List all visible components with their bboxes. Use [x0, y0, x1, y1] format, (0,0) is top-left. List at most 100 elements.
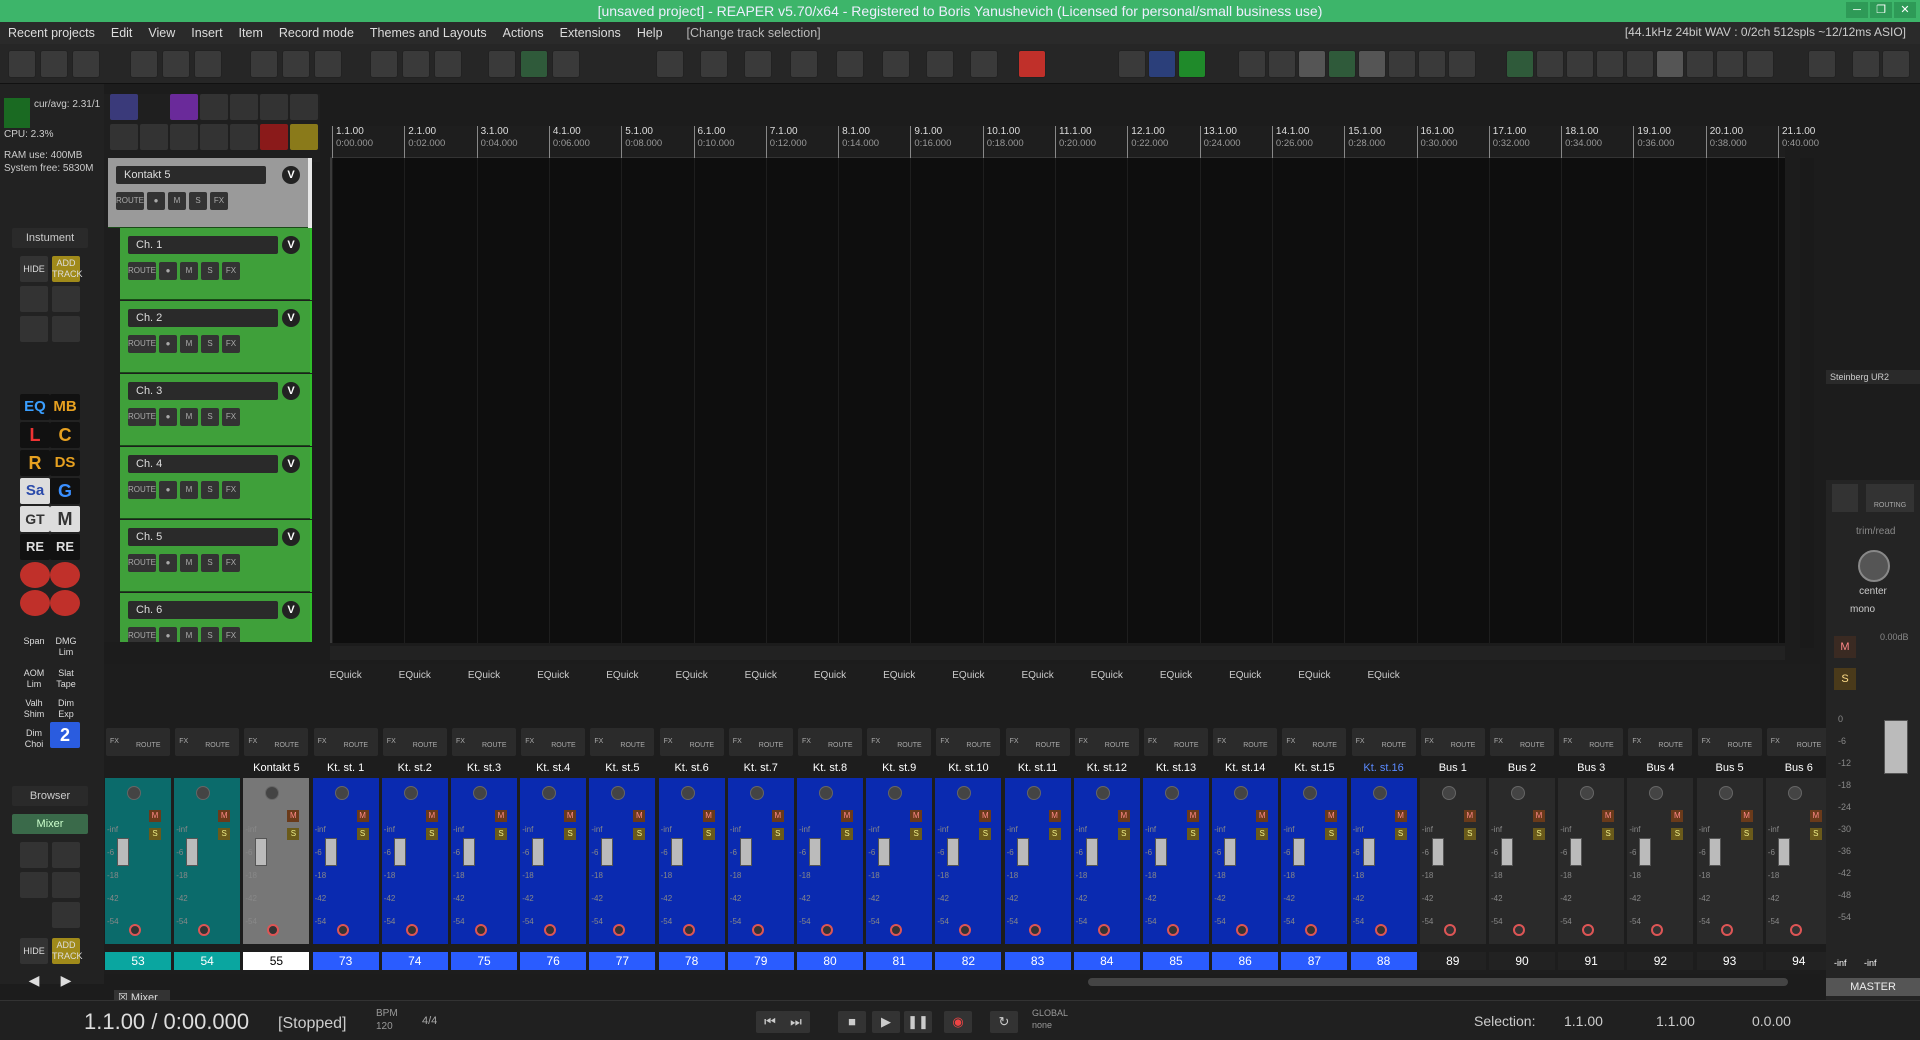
strip-record-arm-button[interactable] — [821, 924, 833, 936]
strip-solo-button[interactable]: S — [1187, 828, 1199, 840]
strip-mute-button[interactable]: M — [1394, 810, 1407, 822]
audio-device-label[interactable]: Steinberg UR2 — [1826, 370, 1920, 384]
track-route-button[interactable]: ROUTE — [128, 408, 156, 426]
strip-solo-button[interactable]: S — [218, 828, 231, 840]
track-name[interactable]: Kontakt 5 — [116, 166, 266, 184]
strip-name[interactable]: Kt. st.9 — [866, 760, 932, 776]
plugin-slat-tape[interactable]: Slat Tape — [52, 666, 80, 692]
strip-fx-name[interactable]: EQuick — [934, 670, 1002, 681]
strip-volume-fader[interactable] — [532, 838, 545, 866]
strip-route-button[interactable]: ROUTE — [413, 742, 438, 749]
position-readout[interactable]: 1.1.00 / 0:00.000 — [84, 1009, 249, 1035]
plugin-dim-choi[interactable]: Dim Choi — [20, 726, 48, 752]
plugin-sa[interactable]: Sa — [20, 478, 50, 504]
track-pan-knob[interactable]: ● — [159, 408, 177, 426]
strip-route-button[interactable]: ROUTE — [966, 742, 991, 749]
strip-fx-button[interactable]: FX — [525, 738, 534, 745]
automation-icon[interactable] — [290, 94, 318, 120]
menu-item[interactable]: Item — [231, 26, 271, 40]
strip-volume-fader[interactable] — [255, 838, 268, 866]
strip-name[interactable]: Kt. st.16 — [1351, 760, 1417, 776]
strip-solo-button[interactable]: S — [1671, 828, 1684, 840]
strip-solo-button[interactable]: S — [425, 828, 438, 840]
strip-fx-routing[interactable]: FX ROUTE — [798, 728, 862, 756]
strip-solo-button[interactable]: S — [1325, 828, 1338, 840]
track-pan-knob[interactable]: ● — [159, 627, 177, 642]
shield-icon[interactable] — [488, 50, 516, 78]
strip-volume-fader[interactable] — [324, 838, 337, 866]
track-route-button[interactable]: ROUTE — [128, 554, 156, 572]
strip-fx-button[interactable]: FX — [940, 738, 949, 745]
track-header[interactable]: Ch. 6V ROUTE●MSFX 8 — [120, 593, 312, 642]
track-volume-icon[interactable]: V — [282, 455, 300, 473]
media-explorer-icon[interactable] — [194, 50, 222, 78]
track-solo-button[interactable]: S — [201, 627, 219, 642]
spectrum-icon[interactable] — [1148, 50, 1176, 78]
strip-solo-button[interactable]: S — [149, 828, 161, 840]
strip-route-button[interactable]: ROUTE — [1174, 742, 1199, 749]
strip-name[interactable] — [105, 760, 171, 776]
strip-route-button[interactable]: ROUTE — [828, 742, 853, 749]
strip-name[interactable]: Kt. st.8 — [797, 760, 863, 776]
plugin-dial-icon[interactable] — [882, 50, 910, 78]
plugin-gt[interactable]: GT — [20, 506, 50, 532]
strip-volume-fader[interactable] — [809, 838, 821, 866]
strip-volume-fader[interactable] — [186, 838, 199, 866]
strip-record-arm-button[interactable] — [267, 924, 280, 936]
strip-solo-button[interactable]: S — [910, 828, 923, 840]
strip-name[interactable]: Bus 5 — [1697, 760, 1763, 776]
strip-fx-routing[interactable]: FX ROUTE — [106, 728, 170, 756]
menu-recent-projects[interactable]: Recent projects — [0, 26, 103, 40]
strip-mute-button[interactable]: M — [1602, 810, 1615, 822]
level-meter-icon[interactable] — [1178, 50, 1206, 78]
strip-solo-button[interactable]: S — [564, 828, 577, 840]
strip-route-button[interactable]: ROUTE — [1658, 742, 1683, 749]
mixer-tool-1-icon[interactable] — [20, 842, 48, 868]
go-to-end-icon[interactable]: ⏭ — [782, 1011, 810, 1033]
track-header[interactable]: Ch. 3V ROUTE●MSFX 5 — [120, 374, 312, 446]
strip-fx-button[interactable]: FX — [1771, 738, 1780, 745]
save-icon[interactable] — [8, 50, 36, 78]
strip-fx-name[interactable]: EQuick — [1280, 670, 1348, 681]
strip-pan-knob[interactable] — [542, 786, 557, 800]
strip-volume-fader[interactable] — [463, 838, 475, 866]
track-name[interactable]: Ch. 1 — [128, 236, 278, 254]
strip-route-button[interactable]: ROUTE — [759, 742, 784, 749]
strip-route-button[interactable]: ROUTE — [551, 742, 576, 749]
plugin-drum-icon[interactable] — [744, 50, 772, 78]
track-pan-knob[interactable]: ● — [159, 262, 177, 280]
strip-mute-button[interactable]: M — [1671, 810, 1684, 822]
track-pan-knob[interactable]: ● — [159, 335, 177, 353]
track-solo-button[interactable]: S — [201, 481, 219, 499]
strip-pan-knob[interactable] — [680, 786, 695, 800]
strip-mute-button[interactable]: M — [771, 810, 784, 822]
remove-fx-icon[interactable] — [260, 124, 288, 150]
strip-record-arm-button[interactable] — [1443, 924, 1456, 936]
strip-volume-fader[interactable] — [670, 838, 683, 866]
strip-name[interactable]: Kt. st.12 — [1074, 760, 1140, 776]
undo-icon[interactable] — [130, 50, 158, 78]
browser-button[interactable]: Browser — [12, 786, 88, 806]
track-mute-button[interactable]: M — [180, 408, 198, 426]
strip-volume-fader[interactable] — [1501, 838, 1513, 866]
strip-pan-knob[interactable] — [611, 786, 626, 800]
strip-fx-routing[interactable]: FX ROUTE — [1213, 728, 1278, 756]
strip-fx-button[interactable]: FX — [802, 738, 811, 745]
strip-fx-routing[interactable]: FX ROUTE — [313, 728, 378, 756]
track-header[interactable]: Kontakt 5 V ROUTE●MSFX 1 — [108, 158, 312, 228]
strip-fx-name[interactable]: EQuick — [1004, 670, 1072, 681]
master-automation-mode[interactable]: trim/read — [1856, 526, 1895, 537]
notes-icon[interactable] — [110, 94, 138, 120]
menu-edit[interactable]: Edit — [103, 26, 141, 40]
strip-fx-routing[interactable]: FX ROUTE — [590, 728, 655, 756]
master-pan-knob[interactable] — [1858, 550, 1890, 582]
strip-record-arm-button[interactable] — [1236, 924, 1249, 936]
selection-length[interactable]: 0.0.00 — [1752, 1013, 1791, 1029]
strip-route-button[interactable]: ROUTE — [1312, 742, 1337, 749]
strip-name[interactable]: Kt. st.3 — [451, 760, 517, 776]
strip-name[interactable]: Kt. st.10 — [935, 760, 1001, 776]
plugin-eq[interactable]: EQ — [20, 394, 50, 420]
triplet-icon[interactable] — [1536, 50, 1564, 78]
add-fx-icon[interactable] — [290, 124, 318, 150]
strip-fx-routing[interactable]: FX ROUTE — [728, 728, 793, 756]
